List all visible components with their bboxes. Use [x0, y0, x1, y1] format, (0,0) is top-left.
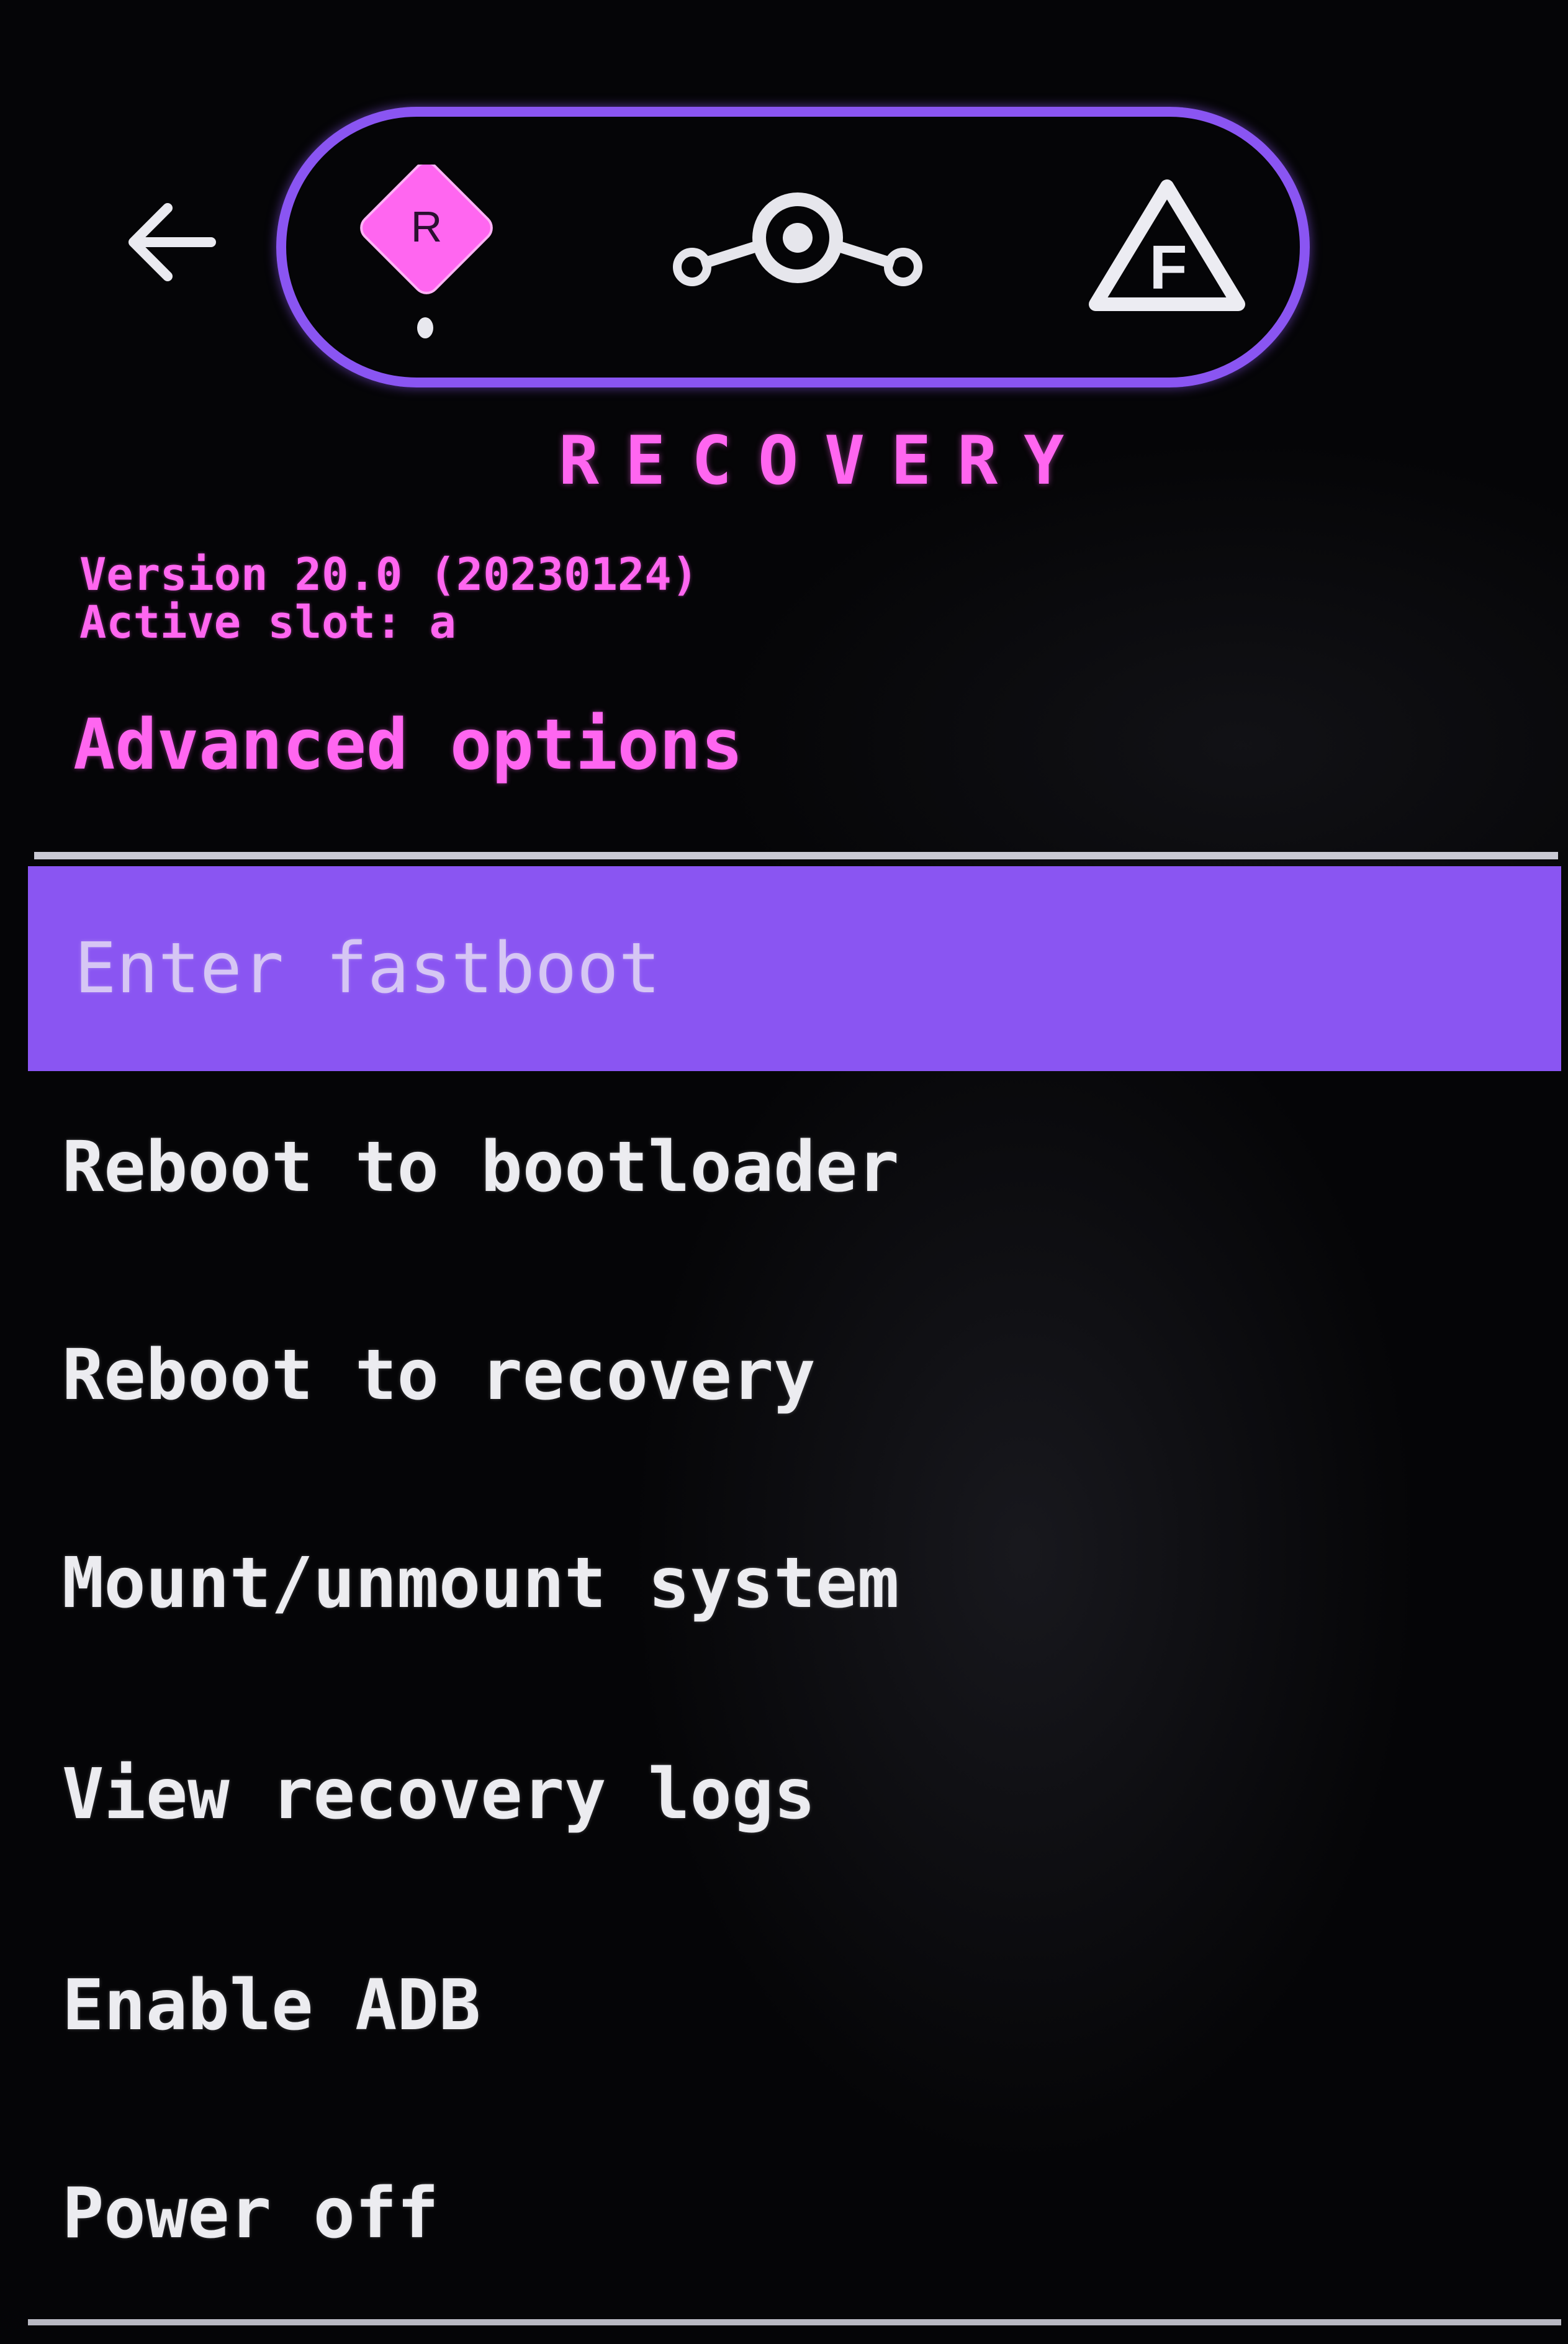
menu-item-enable-adb[interactable]: Enable ADB: [31, 1903, 1564, 2108]
options-menu: Enter fastboot Reboot to bootloader Rebo…: [0, 0, 1568, 2344]
menu-item-view-logs[interactable]: View recovery logs: [31, 1692, 1564, 1897]
menu-item-reboot-bootloader[interactable]: Reboot to bootloader: [31, 1065, 1564, 1270]
menu-item-enter-fastboot[interactable]: Enter fastboot: [28, 866, 1561, 1071]
menu-item-power-off[interactable]: Power off: [31, 2111, 1564, 2316]
menu-item-reboot-recovery[interactable]: Reboot to recovery: [31, 1273, 1564, 1478]
divider: [28, 2319, 1561, 2325]
menu-item-mount-system[interactable]: Mount/unmount system: [31, 1481, 1564, 1686]
